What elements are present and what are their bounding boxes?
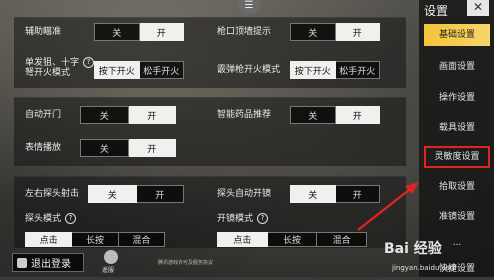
scope-mode-mixed[interactable]: 混合 — [317, 232, 368, 247]
muzzle-hint-label: 枪口顶墙提示 — [217, 27, 272, 37]
lean-mode-mixed[interactable]: 混合 — [118, 232, 165, 247]
logout-icon — [17, 257, 27, 268]
lean-scope-off[interactable]: 关 — [290, 185, 336, 203]
aim-assist-toggle: 关 开 — [94, 23, 184, 41]
user-label: 遥服 — [102, 267, 115, 274]
single-fire-mode-toggle: 按下开火 松手开火 — [94, 61, 184, 79]
lean-fire-label: 左右探头射击 — [25, 189, 80, 199]
single-fire-label-line2: 弩开火模式 — [25, 68, 71, 79]
shotgun-fire-mode-toggle: 按下开火 松手开火 — [290, 61, 380, 79]
muzzle-hint-on[interactable]: 开 — [335, 23, 380, 41]
lean-scope-label: 探头自动开镜 — [217, 189, 272, 199]
emotes-off[interactable]: 关 — [80, 139, 129, 157]
sidebar-item-basic[interactable]: 基础设置 — [424, 24, 490, 46]
single-fire-release[interactable]: 松手开火 — [139, 61, 184, 79]
scope-mode-selector: 点击 长按 混合 — [217, 232, 368, 247]
help-icon[interactable]: ? — [65, 213, 77, 224]
lean-fire-off[interactable]: 关 — [88, 185, 137, 203]
baidu-watermark-url: jingyan.baidu.com — [392, 264, 457, 272]
lean-fire-on[interactable]: 开 — [136, 185, 184, 203]
sidebar-item-display[interactable]: 画面设置 — [424, 56, 490, 78]
single-fire-press[interactable]: 按下开火 — [94, 61, 140, 79]
aim-assist-label: 辅助瞄准 — [25, 27, 62, 37]
auto-door-off[interactable]: 关 — [80, 106, 129, 124]
lean-mode-hold[interactable]: 长按 — [72, 232, 119, 247]
smart-meds-label: 智能药品推荐 — [217, 110, 272, 120]
scope-mode-tap[interactable]: 点击 — [217, 232, 268, 247]
sidebar-item-controls[interactable]: 操作设置 — [424, 87, 490, 109]
shotgun-fire-release[interactable]: 松手开火 — [335, 61, 380, 79]
help-icon[interactable]: ? — [257, 213, 269, 224]
sidebar-item-vehicle[interactable]: 载具设置 — [424, 117, 490, 139]
scope-mode-hold[interactable]: 长按 — [267, 232, 318, 247]
shotgun-fire-press[interactable]: 按下开火 — [290, 61, 336, 79]
help-icon[interactable]: ? — [83, 57, 95, 68]
emotes-label: 表情播放 — [25, 143, 62, 153]
sidebar-title: 设置 — [424, 4, 449, 18]
auto-door-label: 自动开门 — [25, 110, 62, 120]
shotgun-fire-label: 霰弹枪开火模式 — [217, 65, 281, 75]
aim-assist-off[interactable]: 关 — [94, 23, 140, 41]
lean-fire-toggle: 关 开 — [88, 185, 184, 203]
emotes-on[interactable]: 开 — [128, 139, 176, 157]
scope-mode-label: 开镜模式? — [217, 213, 269, 224]
lean-mode-label: 探头模式? — [25, 213, 77, 224]
lean-mode-tap[interactable]: 点击 — [25, 232, 73, 247]
single-fire-label-line1: 单发狙、十字 — [25, 58, 80, 68]
smart-meds-toggle: 关 开 — [290, 106, 380, 124]
sidebar-item-pickup[interactable]: 拾取设置 — [424, 176, 490, 198]
logout-button[interactable]: 退出登录 — [12, 253, 84, 272]
aim-assist-on[interactable]: 开 — [139, 23, 184, 41]
baidu-watermark-logo: Bai 经验 — [384, 241, 442, 257]
lean-scope-toggle: 关 开 — [290, 185, 380, 203]
sidebar-item-scope[interactable]: 准镜设置 — [424, 206, 490, 228]
muzzle-hint-toggle: 关 开 — [290, 23, 380, 41]
logout-label: 退出登录 — [31, 259, 71, 270]
single-fire-label: 单发狙、十字? 弩开火模式 — [25, 57, 95, 79]
close-x-icon[interactable]: ✕ — [467, 0, 489, 16]
sidebar-item-sensitivity[interactable]: 灵敏度设置 — [424, 146, 490, 168]
lean-mode-selector: 点击 长按 混合 — [25, 232, 165, 247]
lean-scope-on[interactable]: 开 — [335, 185, 380, 203]
muzzle-hint-off[interactable]: 关 — [290, 23, 336, 41]
auto-door-toggle: 关 开 — [80, 106, 176, 124]
smart-meds-off[interactable]: 关 — [290, 106, 336, 124]
service-agreement-link[interactable]: 腾讯游戏许可及服务协议 — [158, 259, 213, 266]
smart-meds-on[interactable]: 开 — [335, 106, 380, 124]
scope-mode-label-text: 开镜模式 — [217, 214, 254, 224]
auto-door-on[interactable]: 开 — [128, 106, 176, 124]
user-avatar-icon[interactable] — [104, 250, 118, 264]
lean-mode-label-text: 探头模式 — [25, 214, 62, 224]
emotes-toggle: 关 开 — [80, 139, 176, 157]
